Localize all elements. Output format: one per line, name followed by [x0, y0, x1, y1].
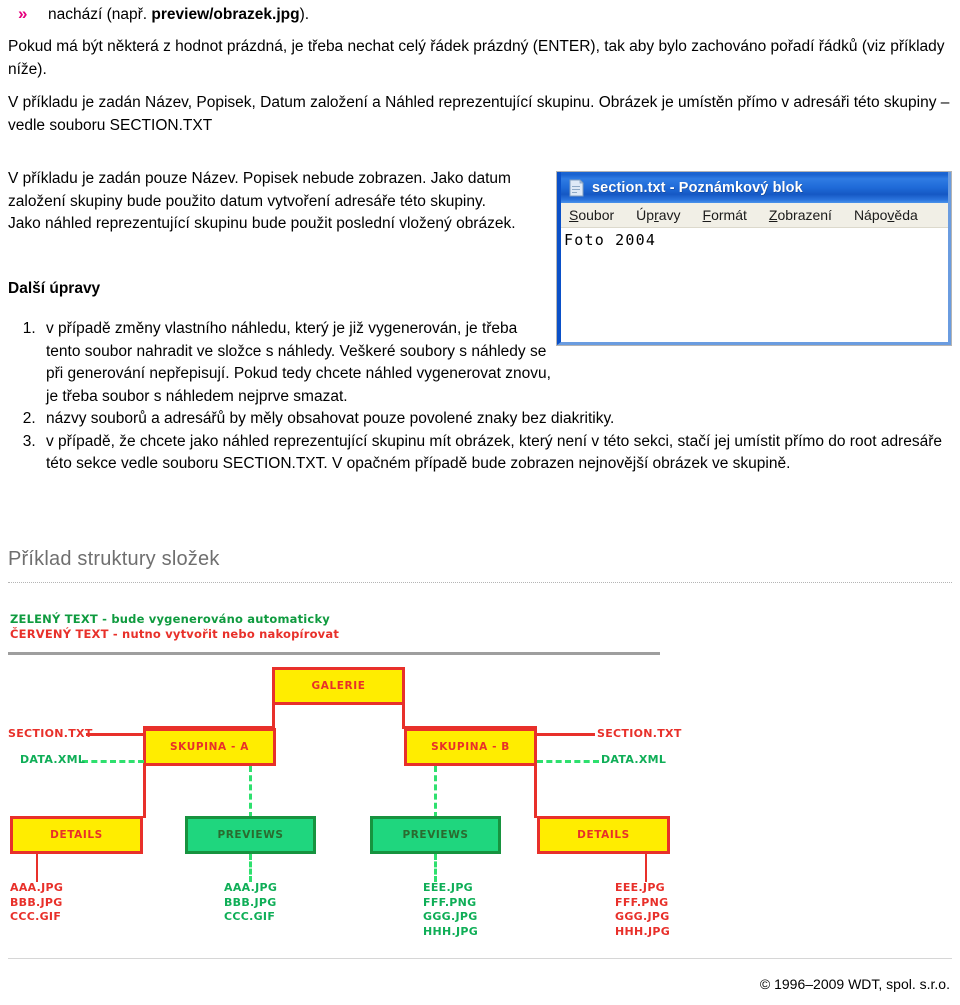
- node-label: DETAILS: [50, 829, 103, 841]
- list-item: v případě, že chcete jako náhled repreze…: [40, 431, 960, 476]
- diagram-node-previews-left: PREVIEWS: [185, 816, 316, 854]
- diagram-node-skupina-b: SKUPINA - B: [404, 728, 537, 766]
- footer-copyright: © 1996–2009 WDT, spol. s.r.o.: [759, 976, 950, 992]
- diagram-legend: ZELENÝ TEXT - bude vygenerováno automati…: [10, 612, 339, 642]
- diagram-node-galerie: GALERIE: [272, 667, 405, 705]
- filelist-previews-left: AAA.JPG BBB.JPG CCC.GIF: [224, 881, 278, 923]
- menu-item-soubor[interactable]: Soubor: [569, 207, 614, 223]
- edge-section-txt-left: [86, 733, 144, 736]
- bullet-text-after: ).: [299, 6, 310, 23]
- bullet-item: » nachází (např. preview/obrazek.jpg).: [8, 4, 708, 25]
- label-data-xml-left: DATA.XML: [20, 753, 86, 766]
- filelist-details-right: EEE.JPG FFF.PNG GGG.JPG HHH.JPG: [615, 881, 671, 938]
- notepad-titlebar[interactable]: section.txt - Poznámkový blok: [561, 172, 948, 203]
- list-item: názvy souborů a adresářů by měly obsahov…: [40, 408, 960, 431]
- paragraph-empty-values: Pokud má být některá z hodnot prázdná, j…: [8, 38, 945, 78]
- diagram-node-details-right: DETAILS: [537, 816, 670, 854]
- bullet-text-bold: preview/obrazek.jpg: [151, 6, 300, 23]
- bullet-item-text: nachází (např. preview/obrazek.jpg).: [48, 6, 309, 23]
- paragraph-example-name-only: V příkladu je zadán pouze Název. Popisek…: [8, 170, 516, 232]
- paragraph-example-full: V příkladu je zadán Název, Popisek, Datu…: [8, 94, 950, 134]
- node-label: SKUPINA - A: [170, 741, 249, 753]
- notepad-text-content: Foto 2004: [564, 231, 657, 249]
- edge-section-txt-right: [537, 733, 595, 736]
- edge-group-b-previews: [434, 766, 437, 818]
- edge-group-b-details: [534, 766, 537, 818]
- menu-item-upravy[interactable]: Úpravy: [636, 207, 680, 223]
- edge-group-a-previews: [249, 766, 252, 818]
- notepad-menubar: Soubor Úpravy Formát Zobrazení Nápověda: [561, 203, 948, 228]
- node-label: SKUPINA - B: [431, 741, 510, 753]
- node-label: DETAILS: [577, 829, 630, 841]
- diagram-node-skupina-a: SKUPINA - A: [143, 728, 276, 766]
- diagram-node-previews-right: PREVIEWS: [370, 816, 501, 854]
- notepad-document-icon: [568, 178, 585, 197]
- notepad-title-text: section.txt - Poznámkový blok: [592, 179, 803, 196]
- section-divider: [8, 582, 952, 583]
- edge-previews-left-files: [249, 854, 252, 882]
- menu-item-napoveda[interactable]: Nápověda: [854, 207, 918, 223]
- legend-green-text: ZELENÝ TEXT - bude vygenerováno automati…: [10, 612, 330, 626]
- menu-item-zobrazeni[interactable]: Zobrazení: [769, 207, 832, 223]
- edge-details-right-files: [645, 854, 647, 882]
- footer-divider: [8, 958, 952, 959]
- edge-data-xml-left: [82, 760, 144, 763]
- node-label: GALERIE: [311, 680, 366, 692]
- document-page: » nachází (např. preview/obrazek.jpg). Po…: [0, 0, 960, 1005]
- folder-structure-diagram: ZELENÝ TEXT - bude vygenerováno automati…: [0, 600, 960, 945]
- node-label: PREVIEWS: [402, 829, 469, 841]
- filelist-details-left: AAA.JPG BBB.JPG CCC.GIF: [10, 881, 64, 923]
- edge-details-left-files: [36, 854, 38, 882]
- edge-data-xml-right: [537, 760, 599, 763]
- edge-galerie-left: [272, 705, 275, 728]
- legend-divider: [8, 652, 660, 655]
- label-section-txt-left: SECTION.TXT: [8, 727, 93, 740]
- notepad-window: section.txt - Poznámkový blok Soubor Úpr…: [556, 171, 952, 346]
- filelist-previews-right: EEE.JPG FFF.PNG GGG.JPG HHH.JPG: [423, 881, 479, 938]
- subheading-dalsi-upravy: Další úpravy: [8, 280, 101, 297]
- edge-group-a-details: [143, 766, 146, 818]
- double-chevron-icon: »: [18, 4, 28, 23]
- node-label: PREVIEWS: [217, 829, 284, 841]
- label-section-txt-right: SECTION.TXT: [597, 727, 682, 740]
- section-heading: Příklad struktury složek: [8, 548, 220, 570]
- label-data-xml-right: DATA.XML: [601, 753, 667, 766]
- bullet-text-before: nachází (např.: [48, 6, 152, 23]
- notepad-text-area[interactable]: Foto 2004: [561, 228, 948, 342]
- diagram-node-details-left: DETAILS: [10, 816, 143, 854]
- edge-galerie-right: [402, 705, 405, 728]
- list-item: v případě změny vlastního náhledu, který…: [40, 318, 554, 408]
- legend-red-text: ČERVENÝ TEXT - nutno vytvořit nebo nakop…: [10, 627, 340, 641]
- edge-previews-right-files: [434, 854, 437, 882]
- menu-item-format[interactable]: Formát: [703, 207, 747, 223]
